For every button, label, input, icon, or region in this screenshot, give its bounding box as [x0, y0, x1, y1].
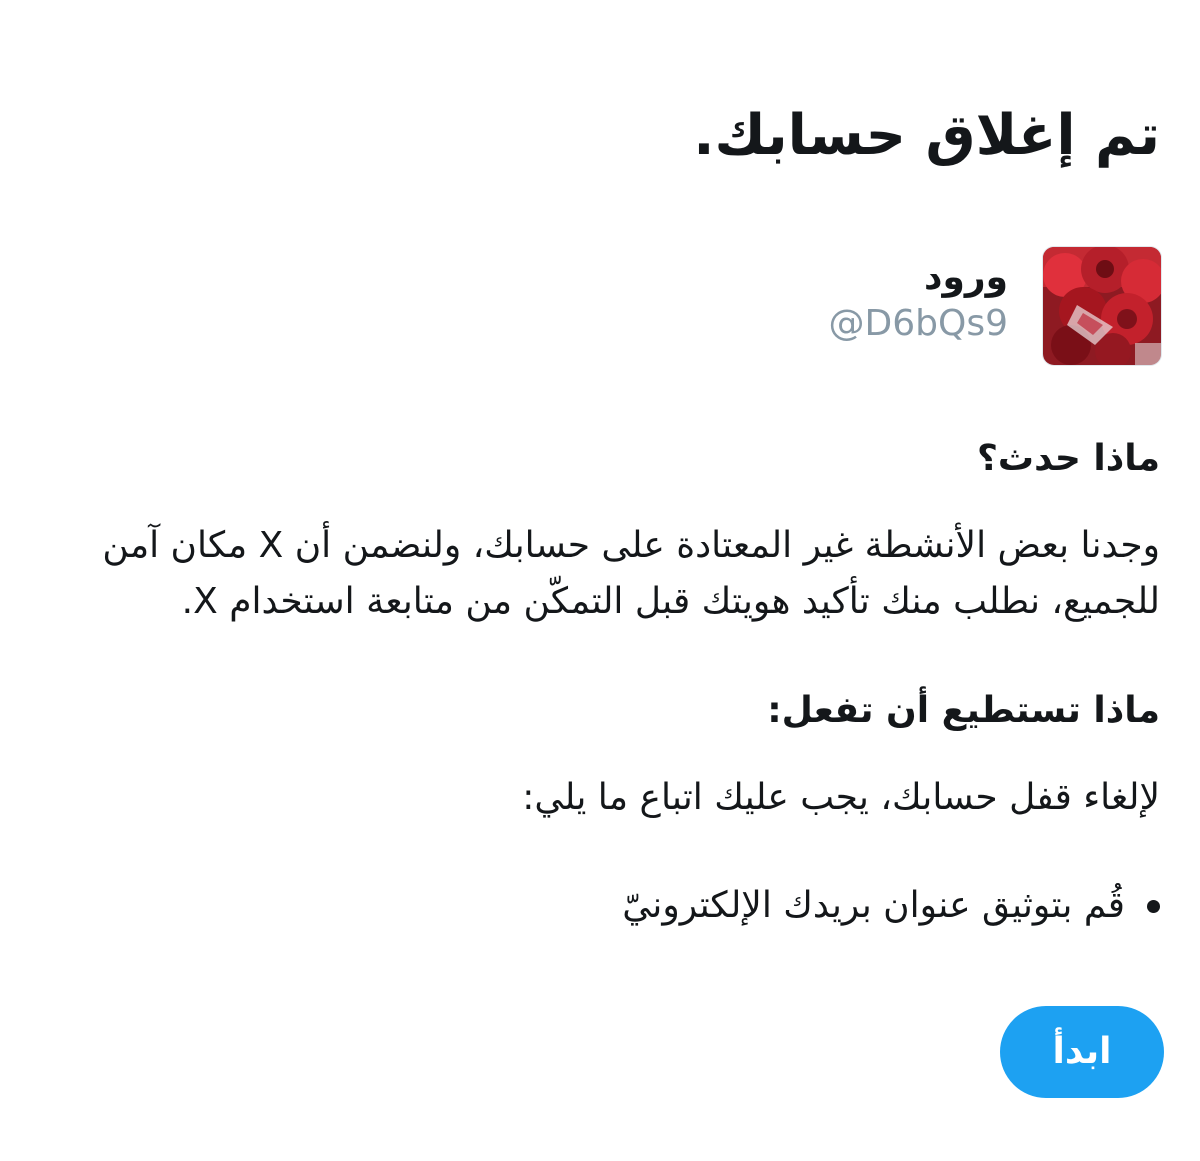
bullet-icon: [1147, 899, 1160, 913]
what-you-can-do-heading: ماذا تستطيع أن تفعل:: [767, 690, 1160, 731]
display-name: ورود: [924, 257, 1008, 298]
profile-names: ورود @D6bQs9: [829, 246, 1008, 348]
profile-card: ورود @D6bQs9: [829, 246, 1162, 366]
start-button[interactable]: ابدأ: [1000, 1006, 1164, 1098]
page-title: تم إغلاق حسابك.: [693, 103, 1160, 168]
list-item: قُم بتوثيق عنوان بريدك الإلكترونيّ: [622, 878, 1160, 934]
unlock-instructions-text: لإلغاء قفل حسابك، يجب عليك اتباع ما يلي:: [522, 777, 1160, 818]
roses-avatar-image: [1043, 247, 1161, 365]
what-happened-text: وجدنا بعض الأنشطة غير المعتادة على حسابك…: [102, 525, 1160, 622]
avatar: [1042, 246, 1162, 366]
unlock-steps-list: قُم بتوثيق عنوان بريدك الإلكترونيّ: [622, 878, 1160, 934]
verify-email-step: قُم بتوثيق عنوان بريدك الإلكترونيّ: [622, 885, 1125, 926]
username: @D6bQs9: [828, 303, 1008, 344]
account-locked-page: تم إغلاق حسابك. ورود @D6bQs9 ماذا حدث؟ و…: [0, 0, 1200, 1161]
what-happened-heading: ماذا حدث؟: [977, 438, 1160, 479]
